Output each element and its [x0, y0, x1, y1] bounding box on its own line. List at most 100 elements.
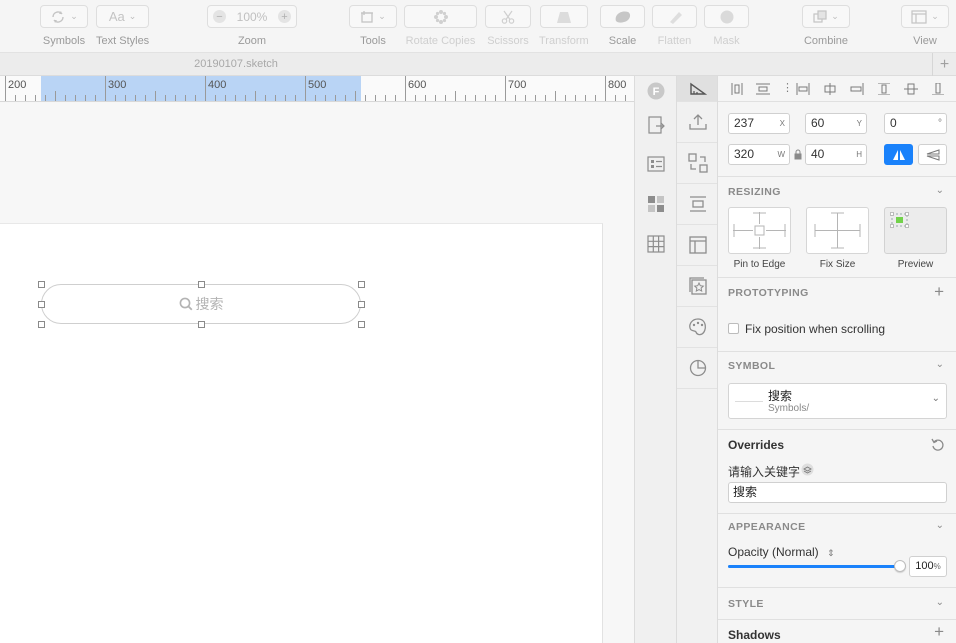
resize-handle[interactable]	[358, 321, 365, 328]
scissors-group[interactable]: Scissors	[485, 5, 531, 47]
more-icon[interactable]: ⋮	[782, 81, 793, 94]
resize-handle[interactable]	[38, 281, 45, 288]
scale-button[interactable]	[600, 5, 645, 28]
align-bottom-icon[interactable]	[931, 83, 945, 95]
align-horizontal-center-icon[interactable]	[823, 83, 837, 95]
card-list-icon[interactable]	[647, 155, 665, 173]
resize-handle[interactable]	[38, 321, 45, 328]
opacity-value-field[interactable]: 100%	[909, 556, 947, 577]
transform-group[interactable]: Transform	[539, 5, 589, 47]
height-field[interactable]: 40 H	[805, 144, 867, 165]
text-styles-button[interactable]: Aa ⌄	[96, 5, 150, 28]
tools-button[interactable]: ⌄	[349, 5, 397, 28]
fix-size-button[interactable]	[806, 207, 869, 254]
align-top-icon[interactable]	[877, 83, 891, 95]
distribute-vertical-icon[interactable]	[756, 83, 770, 95]
tab-layout[interactable]	[677, 225, 718, 266]
pin-to-edge-button[interactable]	[728, 207, 791, 254]
zoom-in-icon[interactable]: +	[277, 10, 291, 23]
scale-group[interactable]: Scale	[600, 5, 645, 47]
divider	[718, 351, 956, 352]
tab-chart[interactable]	[677, 348, 718, 389]
rotation-field[interactable]: 0 °	[884, 113, 947, 134]
text-styles-group[interactable]: Aa ⌄ Text Styles	[96, 5, 149, 47]
opacity-blend-select[interactable]: Opacity (Normal) ⇕	[728, 545, 835, 559]
ruler-tick	[275, 95, 276, 101]
ruler-tick	[25, 95, 26, 101]
tab-favorites[interactable]	[677, 266, 718, 307]
chevron-down-icon: ⌄	[931, 11, 939, 21]
new-tab-button[interactable]: +	[932, 53, 956, 76]
tools-group[interactable]: ⌄ Tools	[349, 5, 397, 47]
align-left-edges-icon[interactable]	[796, 83, 810, 95]
zoom-out-icon[interactable]: −	[213, 10, 226, 23]
rotate-copies-group[interactable]: Rotate Copies	[404, 5, 477, 47]
opacity-slider-track[interactable]	[728, 560, 906, 572]
combine-group[interactable]: ⌄ Combine	[802, 5, 850, 47]
flatten-button[interactable]	[652, 5, 697, 28]
table-grid-icon[interactable]	[647, 235, 665, 253]
ruler-label: 500	[308, 79, 327, 91]
chevron-down-icon[interactable]: ⌄	[936, 520, 944, 531]
scissors-icon	[501, 10, 515, 24]
symbols-group[interactable]: ⌄ Symbols	[40, 5, 88, 47]
tab-palette[interactable]	[677, 307, 718, 348]
ruler-tick	[325, 95, 326, 101]
flip-vertical-button[interactable]	[918, 144, 947, 165]
lock-icon[interactable]	[794, 149, 802, 160]
resize-handle[interactable]	[358, 301, 365, 308]
override-text-input[interactable]: 搜索	[728, 482, 947, 503]
star-box-icon	[688, 277, 707, 295]
ruler-tick	[425, 95, 426, 101]
ruler-tick	[355, 91, 356, 101]
document-tab-title[interactable]: 20190107.sketch	[0, 58, 472, 70]
search-bar-symbol[interactable]: 搜索	[41, 284, 361, 324]
align-right-edges-icon[interactable]	[850, 83, 864, 95]
chevron-down-icon[interactable]: ⌄	[936, 185, 944, 196]
horizontal-ruler[interactable]: 200 300 400 500 600 700 800	[0, 76, 634, 102]
align-left-icon[interactable]	[730, 83, 744, 95]
layer-style-icon[interactable]	[801, 463, 814, 476]
fix-position-checkbox[interactable]	[728, 323, 739, 334]
reset-overrides-icon[interactable]	[931, 438, 945, 452]
resize-handle[interactable]	[198, 281, 205, 288]
view-group[interactable]: ⌄ View	[901, 5, 949, 47]
rotate-copies-button[interactable]	[404, 5, 477, 28]
tab-replace-symbol[interactable]	[677, 143, 718, 184]
add-prototyping-icon[interactable]: +	[934, 282, 944, 302]
canvas[interactable]: 搜索	[0, 103, 634, 643]
x-position-field[interactable]: 237 X	[728, 113, 790, 134]
align-vertical-center-icon[interactable]	[904, 83, 918, 95]
chevron-down-icon[interactable]: ⌄	[936, 359, 944, 370]
resize-handle[interactable]	[38, 301, 45, 308]
ruler-tick	[445, 95, 446, 101]
tab-export[interactable]	[677, 102, 718, 143]
flip-horizontal-button[interactable]	[884, 144, 913, 165]
y-position-field[interactable]: 60 Y	[805, 113, 867, 134]
chevron-down-icon[interactable]: ⌄	[936, 597, 944, 608]
ruler-tick	[245, 95, 246, 101]
symbols-label: Symbols	[42, 35, 86, 47]
tab-inspector[interactable]	[677, 76, 718, 102]
view-button[interactable]: ⌄	[901, 5, 949, 28]
combine-button[interactable]: ⌄	[802, 5, 850, 28]
chevron-down-icon: ⌄	[70, 11, 78, 21]
transform-button[interactable]	[539, 5, 588, 28]
mask-button[interactable]	[704, 5, 749, 28]
flatten-group[interactable]: Flatten	[652, 5, 697, 47]
mask-group[interactable]: Mask	[704, 5, 749, 47]
zoom-control[interactable]: − 100% +	[207, 5, 297, 28]
resize-handle[interactable]	[358, 281, 365, 288]
symbols-button[interactable]: ⌄	[40, 5, 88, 28]
fonts-plugin-icon[interactable]: F	[647, 82, 665, 100]
add-shadow-icon[interactable]: +	[934, 622, 944, 642]
scissors-button[interactable]	[485, 5, 531, 28]
export-artboard-icon[interactable]	[647, 116, 665, 134]
symbol-picker[interactable]: 搜索 Symbols/ ⌄	[728, 383, 947, 419]
scissors-label: Scissors	[487, 35, 529, 47]
width-field[interactable]: 320 W	[728, 144, 790, 165]
tab-spacing[interactable]	[677, 184, 718, 225]
resize-handle[interactable]	[198, 321, 205, 328]
color-grid-icon[interactable]	[647, 195, 665, 213]
opacity-slider-knob[interactable]	[894, 560, 906, 572]
